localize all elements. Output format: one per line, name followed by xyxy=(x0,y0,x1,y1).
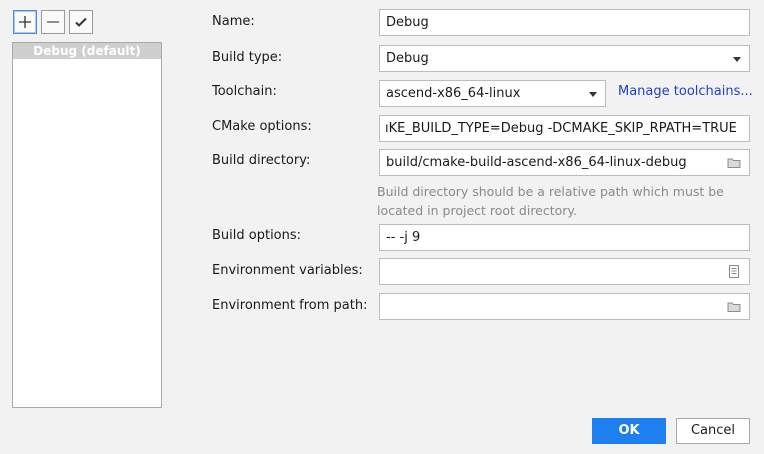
build-directory-label: Build directory: xyxy=(212,153,311,168)
build-options-value: -- -j 9 xyxy=(386,230,421,245)
chevron-down-icon xyxy=(589,92,597,97)
manage-toolchains-link[interactable]: Manage toolchains... xyxy=(618,80,753,104)
chevron-down-icon xyxy=(733,57,741,62)
env-vars-input[interactable] xyxy=(379,258,750,285)
document-icon[interactable] xyxy=(728,265,740,278)
ok-button[interactable]: OK xyxy=(592,418,666,444)
build-options-label: Build options: xyxy=(212,228,302,243)
folder-icon[interactable] xyxy=(727,301,741,313)
env-from-path-input[interactable] xyxy=(379,293,750,320)
minus-icon xyxy=(47,21,59,23)
profile-item-debug[interactable]: Debug (default) xyxy=(13,43,161,59)
env-from-path-label: Environment from path: xyxy=(212,298,368,313)
build-directory-input[interactable]: build/cmake-build-ascend-x86_64-linux-de… xyxy=(379,149,750,176)
profiles-list: Debug (default) xyxy=(12,42,162,408)
toolchain-label: Toolchain: xyxy=(212,84,277,99)
build-options-input[interactable]: -- -j 9 xyxy=(379,224,750,251)
env-vars-label: Environment variables: xyxy=(212,263,363,278)
checkmark-icon xyxy=(75,17,87,27)
apply-profile-button[interactable] xyxy=(69,10,93,34)
cmake-options-input[interactable]: ıKE_BUILD_TYPE=Debug -DCMAKE_SKIP_RPATH=… xyxy=(379,115,750,142)
name-input[interactable]: Debug xyxy=(379,9,750,36)
toolchain-select[interactable]: ascend-x86_64-linux xyxy=(379,80,606,107)
build-type-value: Debug xyxy=(386,51,429,66)
build-directory-value: build/cmake-build-ascend-x86_64-linux-de… xyxy=(386,155,687,170)
folder-icon[interactable] xyxy=(727,157,741,169)
cmake-options-value: ıKE_BUILD_TYPE=Debug -DCMAKE_SKIP_RPATH=… xyxy=(385,121,737,136)
remove-profile-button[interactable] xyxy=(41,10,65,34)
add-profile-button[interactable] xyxy=(13,10,37,34)
build-type-select[interactable]: Debug xyxy=(379,45,750,72)
name-input-value: Debug xyxy=(386,15,429,30)
cancel-button[interactable]: Cancel xyxy=(676,418,750,444)
build-directory-hint: Build directory should be a relative pat… xyxy=(377,184,724,218)
build-type-label: Build type: xyxy=(212,50,283,65)
name-label: Name: xyxy=(212,14,255,29)
toolchain-value: ascend-x86_64-linux xyxy=(386,86,521,101)
cmake-options-label: CMake options: xyxy=(212,119,312,134)
plus-icon xyxy=(19,16,31,28)
